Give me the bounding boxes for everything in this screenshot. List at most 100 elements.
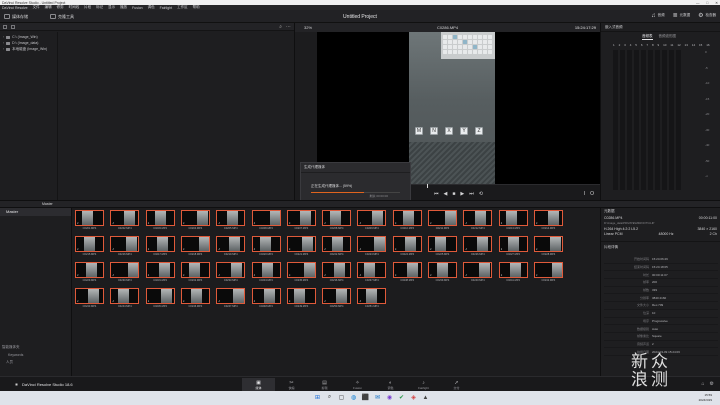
media-clip[interactable]: ♪ C0241.MP4 — [498, 262, 528, 284]
media-clip[interactable]: ♪ C0229.MP4 — [75, 262, 104, 284]
metadata-value[interactable]: Auto — [652, 327, 658, 331]
minimize-button[interactable]: — — [696, 1, 700, 5]
metadata-value[interactable]: 339 — [652, 288, 657, 292]
grid-view-icon[interactable] — [11, 24, 15, 29]
media-clip[interactable]: ♪ C0236.MP4 — [322, 262, 352, 284]
media-clip[interactable]: ♪ C0250.MP4 — [322, 288, 352, 310]
media-clip[interactable]: ♪ C0248.MP4 — [251, 288, 281, 310]
taskbar-app-icon[interactable]: ▢ — [337, 393, 346, 402]
media-clip[interactable]: ♪ C0240.MP4 — [463, 262, 493, 284]
metadata-value[interactable]: 15:24:06:29 — [652, 257, 668, 261]
taskbar-app-icon[interactable]: ◍ — [349, 393, 358, 402]
play-icon[interactable]: ▶ — [460, 191, 464, 197]
media-clip[interactable]: ♪ C0211.MP4 — [428, 210, 457, 232]
metadata-value[interactable]: 15:24:18:05 — [652, 265, 668, 269]
page-tab-fusion[interactable]: ✧ Fusion — [341, 378, 374, 391]
metadata-value[interactable]: 3840 2160 — [652, 296, 666, 300]
media-clip[interactable]: ♪ C0205.MP4 — [216, 210, 246, 232]
metadata-value[interactable]: 2 — [652, 342, 654, 346]
media-clip[interactable]: ♪ C0213.MP4 — [498, 210, 528, 232]
page-tab-edit[interactable]: ▤ 剪辑 — [308, 378, 341, 391]
taskbar-app-icon[interactable]: ◈ — [409, 393, 418, 402]
chevron-right-icon[interactable]: › — [3, 41, 4, 45]
media-clip[interactable]: ♪ C0220.MP4 — [251, 236, 281, 258]
media-clip[interactable]: ♪ C0249.MP4 — [286, 288, 316, 310]
metadata-value[interactable]: Progressive — [652, 319, 668, 323]
taskbar-app-icon[interactable]: ▲ — [421, 393, 430, 402]
media-clip[interactable]: ♪ C0228.MP4 — [533, 236, 563, 258]
media-clip[interactable]: ♪ C0234.MP4 — [251, 262, 281, 284]
media-clip[interactable]: ♪ C0207.MP4 — [286, 210, 316, 232]
media-clip[interactable]: ♪ C0237.MP4 — [357, 262, 387, 284]
metadata-value[interactable]: Rec.709 — [652, 303, 663, 307]
media-clip[interactable]: ♪ C0210.MP4 — [392, 210, 422, 232]
media-clip[interactable]: ♪ C0223.MP4 — [357, 236, 387, 258]
media-clip[interactable]: ♪ C0212.MP4 — [463, 210, 493, 232]
page-tab-color[interactable]: ◐ 调色 — [374, 378, 407, 391]
chevron-right-icon[interactable]: › — [3, 35, 4, 39]
skip-end-icon[interactable]: ⏭ — [469, 191, 474, 197]
taskbar-app-icon[interactable]: ⬛ — [361, 393, 370, 402]
maximize-button[interactable]: □ — [706, 1, 708, 5]
media-clip[interactable]: ♪ C0218.MP4 — [180, 236, 210, 258]
taskbar-app-icon[interactable]: ⊞ — [313, 393, 322, 402]
media-clip[interactable]: ♪ C0227.MP4 — [498, 236, 528, 258]
audio-tab[interactable]: 音频波形图 — [659, 34, 677, 40]
toolbar-inspector-button[interactable]: ⚙ 检查器 — [698, 12, 716, 19]
more-options-icon[interactable]: ⋯ — [286, 24, 294, 30]
media-clip[interactable]: ♪ C0202.MP4 — [110, 210, 140, 232]
clip-details-section[interactable]: 片段详情 — [601, 241, 720, 253]
mark-out-button[interactable]: O — [590, 191, 594, 197]
media-clip[interactable]: ♪ C0246.MP4 — [180, 288, 210, 310]
media-clip[interactable]: ♪ C0225.MP4 — [428, 236, 457, 258]
media-clip[interactable]: ♪ C0217.MP4 — [145, 236, 175, 258]
smart-bin-keywords[interactable]: Keywords — [2, 353, 23, 357]
list-view-icon[interactable] — [3, 24, 7, 29]
play-reverse-icon[interactable]: ◀ — [444, 191, 448, 197]
metadata-value[interactable]: Square — [652, 334, 662, 338]
page-tab-fairlight[interactable]: ♪ Fairlight — [407, 378, 440, 391]
media-clip[interactable]: ♪ C0235.MP4 — [286, 262, 316, 284]
close-button[interactable]: ✕ — [715, 1, 718, 5]
media-clip[interactable]: ♪ C0219.MP4 — [216, 236, 246, 258]
media-clip[interactable]: ♪ C0247.MP4 — [216, 288, 246, 310]
taskbar-app-icon[interactable]: ✔ — [397, 393, 406, 402]
page-tab-cut[interactable]: ✂ 快编 — [275, 378, 308, 391]
media-clip[interactable]: ♪ C0245.MP4 — [145, 288, 175, 310]
search-icon[interactable]: ⌕ — [279, 24, 282, 30]
media-clip[interactable]: ♪ C0203.MP4 — [145, 210, 175, 232]
media-clip[interactable]: ♪ C0208.MP4 — [322, 210, 352, 232]
media-clip[interactable]: ♪ C0233.MP4 — [216, 262, 246, 284]
toolbar-music-button[interactable]: ♫ 音频 — [651, 12, 665, 19]
page-tab-media[interactable]: ▣ 媒体 — [242, 378, 275, 391]
media-clip[interactable]: ♪ C0216.MP4 — [110, 236, 140, 258]
media-clip[interactable]: ♪ C0242.MP4 — [533, 262, 563, 284]
page-tab-deliver[interactable]: ➚ 交付 — [440, 378, 473, 391]
media-clip[interactable]: ♪ C0206.MP4 — [251, 210, 281, 232]
bin-master-item[interactable]: Master — [0, 208, 71, 216]
metadata-value[interactable]: 10 — [652, 311, 655, 315]
media-clip[interactable]: ♪ C0231.MP4 — [145, 262, 175, 284]
taskbar-app-icon[interactable]: ⌕ — [325, 393, 334, 402]
media-clip[interactable]: ♪ C0201.MP4 — [75, 210, 104, 232]
media-clip[interactable]: ♪ C0215.MP4 — [75, 236, 104, 258]
metadata-value[interactable]: 200 — [652, 280, 657, 284]
media-clip[interactable]: ♪ C0214.MP4 — [533, 210, 563, 232]
taskbar-app-icon[interactable]: ◉ — [385, 393, 394, 402]
home-icon[interactable]: ⌂ — [701, 381, 704, 387]
media-clip[interactable]: ♪ C0251.MP4 — [357, 288, 387, 310]
media-clip[interactable]: ♪ C0232.MP4 — [180, 262, 210, 284]
smart-bin-people[interactable]: 人员 — [2, 360, 23, 365]
media-clip[interactable]: ♪ C0221.MP4 — [286, 236, 316, 258]
taskbar-app-icon[interactable]: ✉ — [373, 393, 382, 402]
media-clip[interactable]: ♪ C0204.MP4 — [180, 210, 210, 232]
media-clip[interactable]: ♪ C0230.MP4 — [110, 262, 140, 284]
chevron-right-icon[interactable]: › — [3, 47, 4, 51]
media-clip[interactable]: ♪ C0224.MP4 — [392, 236, 422, 258]
metadata-value[interactable]: 00:00:11:07 — [652, 273, 668, 277]
stop-icon[interactable]: ■ — [452, 191, 455, 197]
skip-start-icon[interactable]: ⏮ — [434, 191, 439, 197]
media-clip[interactable]: ♪ C0238.MP4 — [392, 262, 422, 284]
settings-icon[interactable]: ⚙ — [710, 381, 714, 387]
media-clip[interactable]: ♪ C0222.MP4 — [322, 236, 352, 258]
